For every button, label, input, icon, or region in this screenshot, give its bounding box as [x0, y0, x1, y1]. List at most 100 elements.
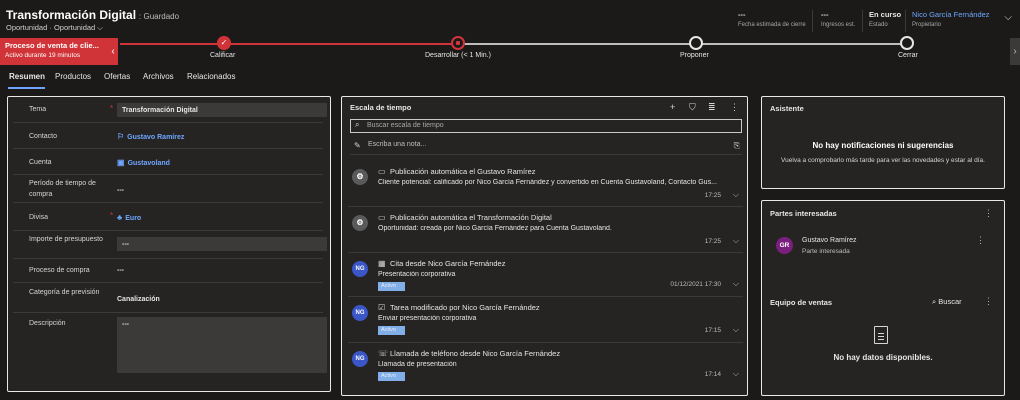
header-field-status: En curso Estado — [869, 10, 901, 28]
account-icon: ▣ — [117, 158, 125, 167]
chevron-down-icon[interactable]: ⌵ — [733, 190, 739, 200]
timeline-item[interactable]: NG ☏ Llamada de teléfono desde Nico Garc… — [348, 343, 743, 389]
stakeholder-role: Parte interesada — [802, 248, 850, 255]
timeline-item-time: 17:14 — [704, 371, 721, 378]
assistant-empty-title: No hay notificaciones ni sugerencias — [762, 141, 1004, 150]
timeline-item[interactable]: NG ▦ Cita desde Nico García Fernández Pr… — [348, 253, 743, 297]
timeline-item-header: Tarea modificado por Nico García Fernánd… — [390, 303, 540, 312]
empty-state-message: No hay datos disponibles. — [833, 353, 933, 362]
tab-productos[interactable]: Productos — [55, 72, 91, 81]
search-label: Buscar — [938, 297, 962, 306]
timeline-item-time: 01/12/2021 17:30 — [670, 281, 721, 288]
cuenta-link[interactable]: Gustavoland — [128, 160, 170, 167]
timeline-item[interactable]: NG ☑ Tarea modificado por Nico García Fe… — [348, 297, 743, 343]
field-label-divisa: Divisa — [29, 214, 49, 221]
field-lookup-divisa[interactable]: ♣ Euro — [117, 213, 141, 222]
sales-team-search-button[interactable]: ⌕ Buscar — [932, 297, 962, 307]
stage-label-cerrar[interactable]: Cerrar — [898, 52, 918, 59]
stakeholders-title: Partes interesadas — [770, 209, 837, 218]
document-icon — [874, 326, 888, 344]
header-field-close-date: --- Fecha estimada de cierre — [738, 10, 806, 28]
field-label-tema: Tema — [29, 106, 47, 113]
field-row-importe: Importe de presupuesto --- — [13, 231, 327, 259]
form-tabs: Resumen Productos Ofertas Archivos Relac… — [0, 68, 1020, 90]
stakeholder-name[interactable]: Gustavo Ramírez — [802, 237, 856, 244]
revenue-value: --- — [821, 10, 829, 19]
save-status: : Guardado — [139, 12, 180, 21]
tab-ofertas[interactable]: Ofertas — [104, 72, 130, 81]
timeline-item-header: Publicación automática el Gustavo Ramíre… — [390, 167, 536, 176]
timeline-item-time: 17:15 — [704, 327, 721, 334]
field-row-descripcion: Descripción --- — [13, 313, 327, 389]
chevron-left-icon[interactable]: ‹ — [108, 38, 118, 65]
stage-label-calificar[interactable]: Calificar — [210, 52, 235, 59]
search-icon: ⌕ — [355, 120, 360, 129]
timeline-item-body: Oportunidad: creada por Nico García Fern… — [378, 225, 612, 232]
user-avatar: NG — [352, 351, 368, 367]
stage-node-calificar[interactable]: ✓ — [217, 36, 231, 50]
more-options-icon[interactable]: ⋮ — [976, 235, 985, 246]
timeline-item-body: Presentación corporativa — [378, 271, 456, 278]
field-input-importe[interactable]: --- — [117, 237, 327, 251]
field-textarea-descripcion[interactable]: --- — [117, 317, 327, 373]
chevron-down-icon[interactable]: ⌵ — [733, 325, 739, 335]
field-row-tema: Tema * Transformación Digital — [13, 99, 327, 123]
chevron-down-icon[interactable]: ⌵ — [733, 236, 739, 246]
form-selector[interactable]: Oportunidad · Oportunidad ⌵ — [6, 23, 103, 33]
add-icon[interactable]: + — [670, 102, 675, 112]
tab-resumen[interactable]: Resumen — [9, 72, 45, 81]
stage-node-desarrollar[interactable] — [451, 36, 465, 50]
divisa-link[interactable]: Euro — [125, 215, 141, 222]
sort-icon[interactable]: ≣ — [708, 102, 716, 113]
stage-node-proponer[interactable] — [689, 36, 703, 50]
timeline-item-body: Enviar presentación corporativa — [378, 315, 477, 322]
stage-label-proponer[interactable]: Proponer — [680, 52, 709, 59]
field-input-tema[interactable]: Transformación Digital — [117, 103, 327, 117]
chevron-down-icon[interactable]: ⌵ — [1004, 12, 1012, 23]
timeline-item[interactable]: ⚙ ▭ Publicación automática el Gustavo Ra… — [348, 161, 743, 207]
process-name: Proceso de venta de clie... — [5, 41, 99, 50]
tab-archivos[interactable]: Archivos — [143, 72, 174, 81]
status-badge: Activo — [378, 372, 405, 381]
field-lookup-contacto[interactable]: ⚐ Gustavo Ramírez — [117, 132, 184, 141]
attachment-icon[interactable]: ⎘ — [734, 141, 740, 151]
timeline-item[interactable]: ⚙ ▭ Publicación automática el Transforma… — [348, 207, 743, 253]
filter-icon[interactable]: ⛉ — [689, 102, 696, 113]
header-field-owner[interactable]: Nico García Fernández Propietario — [912, 10, 990, 28]
header-divider — [862, 10, 863, 32]
note-input[interactable]: ✎ Escriba una nota... ⎘ — [350, 141, 742, 155]
contacto-link[interactable]: Gustavo Ramírez — [127, 134, 184, 141]
timeline-title: Escala de tiempo — [350, 103, 412, 112]
more-options-icon[interactable]: ⋮ — [984, 296, 993, 307]
field-label-contacto: Contacto — [29, 133, 58, 140]
task-icon: ☑ — [378, 303, 386, 312]
header-divider — [812, 10, 813, 32]
stage-label-desarrollar[interactable]: Desarrollar (< 1 Min.) — [425, 52, 491, 59]
field-label-periodo: Período de tiempo de compra — [29, 180, 96, 198]
status-label: Estado — [869, 22, 888, 28]
more-options-icon[interactable]: ⋮ — [984, 208, 993, 219]
avatar: GR — [776, 237, 793, 254]
timeline-search-input[interactable]: ⌕ Buscar escala de tiempo — [350, 119, 742, 133]
chevron-down-icon[interactable]: ⌵ — [733, 279, 739, 289]
stage-node-cerrar[interactable] — [900, 36, 914, 50]
process-flag[interactable]: Proceso de venta de clie... Activo duran… — [0, 38, 108, 65]
tab-selected-indicator — [8, 87, 45, 89]
timeline-item-header: Llamada de teléfono desde Nico García Fe… — [390, 349, 561, 358]
progress-track-complete — [120, 43, 457, 45]
chevron-down-icon[interactable]: ⌵ — [733, 369, 739, 379]
timeline-item-body: Llamada de presentación — [378, 361, 457, 368]
tab-relacionados[interactable]: Relacionados — [187, 72, 235, 81]
chevron-right-icon[interactable]: › — [1010, 38, 1020, 65]
summary-form-section: Tema * Transformación Digital Contacto ⚐… — [7, 96, 331, 392]
record-title: Transformación Digital: Guardado — [6, 8, 180, 22]
field-value-proceso[interactable]: --- — [117, 267, 124, 274]
more-options-icon[interactable]: ⋮ — [730, 102, 739, 113]
search-placeholder: Buscar escala de tiempo — [367, 122, 444, 129]
field-value-categoria[interactable]: Canalización — [117, 296, 160, 303]
assistant-msg-title: No hay notificaciones ni sugerencias — [812, 141, 954, 150]
field-value-periodo[interactable]: --- — [117, 187, 124, 194]
timeline-item-header: Publicación automática el Transformación… — [390, 213, 552, 222]
field-lookup-cuenta[interactable]: ▣ Gustavoland — [117, 158, 170, 167]
owner-link[interactable]: Nico García Fernández — [912, 10, 990, 19]
